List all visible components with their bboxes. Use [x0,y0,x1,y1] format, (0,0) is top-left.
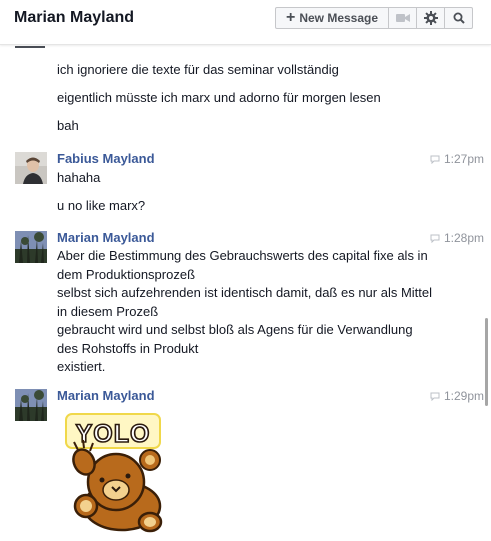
message-text: bah [57,118,79,133]
chat-bubble-icon [430,392,440,401]
chat-bubble-icon [430,155,440,164]
sender-name[interactable]: Marian Mayland [57,388,155,403]
new-message-button[interactable]: + New Message [275,7,389,29]
settings-button[interactable] [416,7,445,29]
message-text: u no like marx? [57,198,146,213]
sender-name[interactable]: Marian Mayland [57,230,155,245]
message-text: eigentlich müsste ich marx und adorno fü… [57,90,381,105]
avatar[interactable] [15,231,47,263]
gear-icon [423,11,438,25]
message-line: gebraucht wird und selbst bloß als Agens… [57,322,413,356]
search-icon [453,12,465,24]
yolo-sticker[interactable]: YOLO [62,410,174,538]
conversation-header: Marian Mayland + New Message [0,0,491,45]
new-message-label: New Message [299,11,379,25]
scrollbar-thumb[interactable] [485,318,488,406]
message-line: existiert. [57,359,106,374]
message-text: Aber die Bestimmung des Gebrauchswerts d… [57,247,437,377]
video-call-button[interactable] [388,7,417,29]
header-toolbar: + New Message [275,7,473,29]
conversation-title: Marian Mayland [14,9,135,26]
avatar[interactable] [15,152,47,184]
search-button[interactable] [444,7,473,29]
message-text: ich ignoriere die texte für das seminar … [57,62,339,77]
message-timestamp: 1:27pm [430,152,484,166]
sender-name[interactable]: Fabius Mayland [57,151,155,166]
message-text: hahaha [57,170,101,185]
scroll-top-marker [15,46,45,48]
video-camera-icon [395,14,410,22]
message-timestamp: 1:29pm [430,389,484,403]
avatar[interactable] [15,389,47,421]
plus-icon: + [285,9,296,26]
message-timestamp: 1:28pm [430,231,484,245]
chat-bubble-icon [430,234,440,243]
sticker-caption: YOLO [76,420,151,448]
message-line: Aber die Bestimmung des Gebrauchswerts d… [57,248,428,282]
message-line: selbst sich aufzehrenden ist identisch d… [57,285,433,319]
